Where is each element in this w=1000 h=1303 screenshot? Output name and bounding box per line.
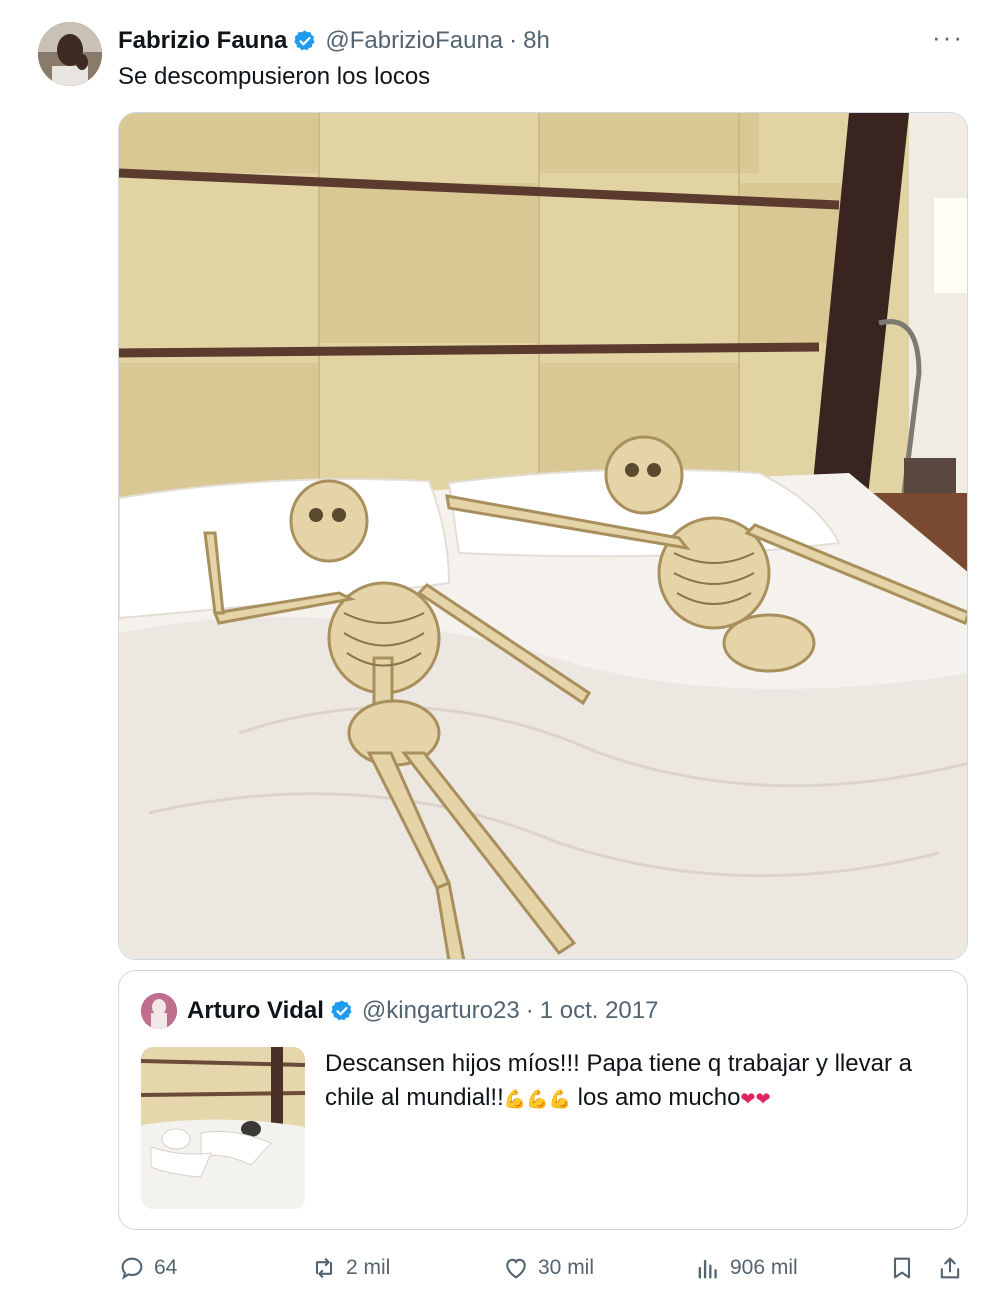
views-button[interactable]: 906 mil xyxy=(694,1248,798,1288)
header-separator: · xyxy=(509,27,518,54)
views-count: 906 mil xyxy=(730,1256,798,1279)
reply-button[interactable]: 64 xyxy=(118,1248,177,1288)
bookmark-icon xyxy=(893,1257,911,1279)
author-avatar[interactable] xyxy=(38,22,102,86)
reply-icon xyxy=(121,1257,143,1280)
quoted-tweet-image[interactable] xyxy=(141,1047,305,1209)
quoted-author-name[interactable]: Arturo Vidal xyxy=(187,997,324,1025)
views-chart-icon xyxy=(698,1259,717,1279)
bookmark-button[interactable] xyxy=(888,1248,924,1288)
author-name[interactable]: Fabrizio Fauna xyxy=(118,27,287,55)
flexed-biceps-emoji-icon: 💪💪💪 xyxy=(503,1089,572,1109)
verified-badge-icon xyxy=(293,29,317,53)
repost-icon xyxy=(315,1257,333,1279)
quoted-tweet-text: Descansen hijos míos!!! Papa tiene q tra… xyxy=(325,1047,945,1116)
quoted-author-handle[interactable]: @kingarturo23 xyxy=(362,997,520,1025)
tweet-text: Se descompusieron los locos xyxy=(118,63,431,90)
verified-badge-icon xyxy=(330,999,354,1023)
repost-button[interactable]: 2 mil xyxy=(310,1248,390,1288)
author-handle[interactable]: @FabrizioFauna xyxy=(325,27,503,55)
tweet-action-bar: 64 2 mil 30 mil 906 mil xyxy=(118,1248,968,1288)
tweet-time[interactable]: 8h xyxy=(523,27,550,55)
quoted-tweet-header: Arturo Vidal @kingarturo23 · 1 oct. 2017 xyxy=(187,995,658,1027)
quoted-text-part2: los amo mucho xyxy=(571,1084,741,1111)
quoted-author-avatar[interactable] xyxy=(141,993,177,1029)
quoted-header-separator: · xyxy=(525,997,534,1024)
like-count: 30 mil xyxy=(538,1256,595,1279)
share-button[interactable] xyxy=(936,1248,972,1288)
share-icon xyxy=(940,1257,960,1279)
red-heart-emoji-icon: ❤❤ xyxy=(740,1089,771,1109)
more-options-icon[interactable]: ··· xyxy=(932,24,964,50)
like-button[interactable]: 30 mil xyxy=(502,1248,594,1288)
quoted-tweet-date[interactable]: 1 oct. 2017 xyxy=(540,997,659,1025)
quoted-tweet[interactable]: Arturo Vidal @kingarturo23 · 1 oct. 2017… xyxy=(118,970,968,1230)
repost-count: 2 mil xyxy=(346,1256,391,1279)
tweet-image[interactable] xyxy=(118,112,968,960)
reply-count: 64 xyxy=(154,1256,178,1279)
tweet-header: Fabrizio Fauna @FabrizioFauna · 8h xyxy=(118,24,550,58)
heart-icon xyxy=(506,1258,526,1279)
